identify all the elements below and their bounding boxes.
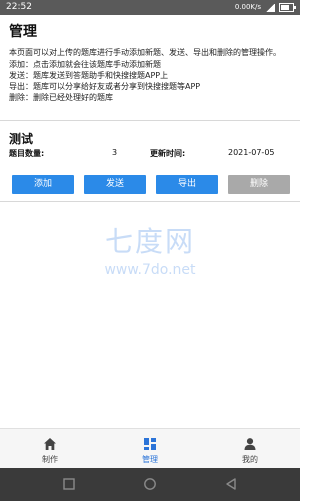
description-line-delete: 删除：删除已经处理好的题库 — [9, 93, 113, 102]
bank-name: 测试 — [9, 132, 34, 146]
status-time: 22:52 — [6, 2, 32, 12]
bank-stats: 题目数量: 3 更新时间: 2021-07-05 — [9, 148, 291, 160]
home-nav-icon[interactable] — [143, 477, 157, 491]
home-icon — [44, 438, 56, 450]
bottom-tab-bar: 制作 管理 我的 — [0, 428, 300, 469]
divider — [0, 120, 300, 121]
tab-make[interactable]: 制作 — [0, 429, 100, 469]
updated-label: 更新时间: — [150, 149, 186, 158]
tab-mine[interactable]: 我的 — [200, 429, 300, 469]
grid-icon — [144, 438, 156, 450]
delete-button[interactable]: 删除 — [228, 175, 290, 194]
watermark: 七度网 www.7do.net — [0, 220, 300, 290]
watermark-url: www.7do.net — [104, 262, 196, 278]
add-button[interactable]: 添加 — [12, 175, 74, 194]
page-title: 管理 — [9, 24, 37, 40]
export-button[interactable]: 导出 — [156, 175, 218, 194]
watermark-title: 七度网 — [104, 225, 195, 258]
back-icon[interactable] — [224, 477, 238, 491]
description-line-add: 添加：点击添加就会往该题库手动添加新题 — [9, 60, 161, 69]
tab-make-label: 制作 — [42, 455, 58, 464]
net-speed: 0.00K/s — [234, 3, 261, 11]
description-intro: 本页面可以对上传的题库进行手动添加新题、发送、导出和删除的管理操作。 — [9, 48, 281, 57]
divider — [0, 201, 300, 202]
tab-manage-label: 管理 — [142, 455, 158, 464]
status-indicators: 0.00K/s — [234, 0, 296, 15]
description-line-send: 发送：题库发送到答题助手和快搜搜题APP上 — [9, 71, 169, 80]
description-line-export: 导出：题库可以分享给好友或者分享到快搜搜题等APP — [9, 82, 201, 91]
person-icon — [244, 438, 256, 450]
status-bar: 22:52 0.00K/s — [0, 0, 300, 15]
count-label: 题目数量: — [9, 149, 45, 158]
app-header: 管理 — [0, 15, 300, 45]
description: 本页面可以对上传的题库进行手动添加新题、发送、导出和删除的管理操作。 添加：点击… — [9, 47, 293, 103]
recents-icon[interactable] — [62, 477, 76, 491]
send-button[interactable]: 发送 — [84, 175, 146, 194]
signal-icon — [265, 3, 275, 12]
tab-mine-label: 我的 — [242, 455, 258, 464]
count-value: 3 — [112, 148, 118, 157]
tab-manage[interactable]: 管理 — [100, 429, 200, 469]
battery-icon — [279, 3, 296, 12]
system-nav-bar — [0, 468, 300, 501]
action-buttons: 添加 发送 导出 删除 — [12, 175, 290, 194]
updated-value: 2021-07-05 — [228, 148, 275, 157]
